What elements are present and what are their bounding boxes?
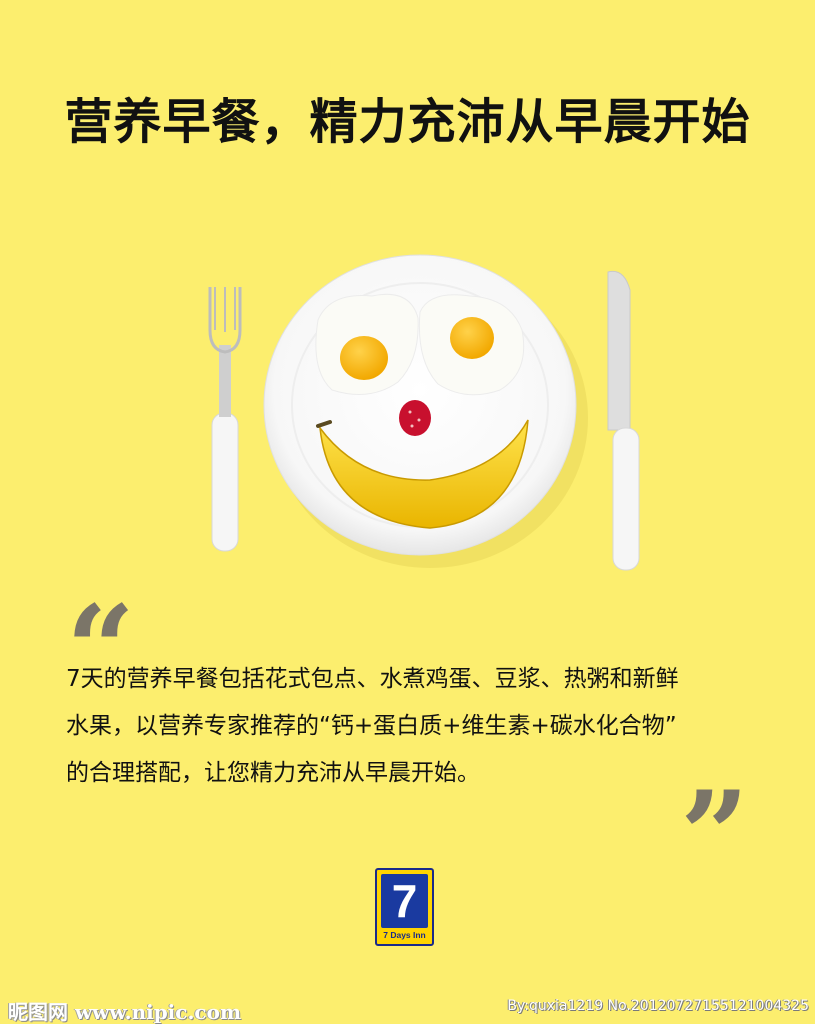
page-title: 营养早餐，精力充沛从早晨开始 — [64, 94, 751, 150]
body-line: 水果，以营养专家推荐的“钙+蛋白质+维生素+碳水化合物” — [66, 713, 677, 739]
close-quote-mark: ” — [680, 765, 750, 906]
breakfast-smiley-illustration — [208, 254, 640, 571]
watermark-site: 昵图网 www.nipic.com — [8, 1000, 242, 1024]
knife-icon — [607, 270, 640, 571]
logo-badge: 7 — [381, 874, 428, 928]
body-paragraph: 7天的营养早餐包括花式包点、水煮鸡蛋、豆浆、热粥和新鲜 水果，以营养专家推荐的“… — [66, 656, 756, 797]
7-days-inn-logo: 7 7 Days Inn — [375, 868, 434, 946]
strawberry-nose — [399, 400, 431, 436]
fork-icon — [208, 287, 242, 552]
watermark-bar: 昵图网 www.nipic.com By:quxia1219 No.201207… — [0, 988, 815, 1024]
body-line: 的合理搭配，让您精力充沛从早晨开始。 — [66, 760, 480, 786]
poster: 营养早餐，精力充沛从早晨开始 “ 7天的营养早餐包括花式包点、水煮鸡蛋、豆浆、热… — [0, 0, 815, 1024]
logo-number: 7 — [391, 875, 418, 927]
watermark-id: By:quxia1219 No.20120727155121004325 — [507, 998, 809, 1014]
fried-egg-right — [418, 294, 525, 396]
body-line: 7天的营养早餐包括花式包点、水煮鸡蛋、豆浆、热粥和新鲜 — [66, 666, 679, 692]
logo-name: 7 Days Inn — [383, 930, 426, 940]
